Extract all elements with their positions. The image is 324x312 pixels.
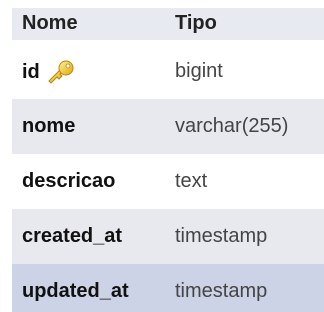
structure-table: Nome Tipo id bigint nome varchar(255) de… [0, 0, 324, 312]
key-icon [46, 60, 76, 84]
column-name-cell: id [22, 60, 76, 84]
table-row[interactable]: descricao text [12, 154, 324, 209]
column-name-cell: created_at [22, 225, 123, 247]
column-type-cell: timestamp [175, 225, 268, 247]
column-type-cell: varchar(255) [175, 115, 289, 137]
column-name-text: id [22, 60, 40, 83]
table-row[interactable]: id bigint [12, 44, 324, 99]
table-row[interactable]: created_at timestamp [12, 209, 324, 264]
column-type-cell: text [175, 170, 208, 192]
table-row[interactable]: updated_at timestamp [12, 264, 324, 312]
table-header: Nome Tipo [12, 8, 324, 40]
column-type-cell: bigint [175, 60, 223, 82]
column-name-cell: updated_at [22, 280, 129, 302]
column-name-cell: descricao [22, 170, 116, 192]
column-type-cell: timestamp [175, 280, 268, 302]
column-header-name[interactable]: Nome [22, 12, 78, 35]
column-header-type[interactable]: Tipo [175, 12, 217, 35]
column-name-cell: nome [22, 115, 76, 137]
table-row[interactable]: nome varchar(255) [12, 99, 324, 154]
